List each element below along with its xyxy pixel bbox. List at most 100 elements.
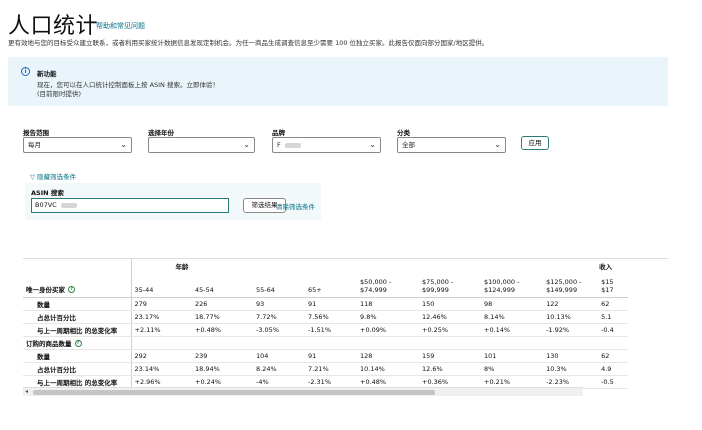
asin-search-label: ASIN 搜索 xyxy=(31,189,64,197)
triangle-down-icon: ▽ xyxy=(30,173,35,181)
col-header[interactable]: $15 $17 xyxy=(598,272,629,298)
asin-input-value: B07VC xyxy=(35,201,57,209)
horizontal-scrollbar[interactable]: ◂ xyxy=(23,387,583,396)
table-cell: 8.24% xyxy=(253,362,305,376)
category-select[interactable]: 全部 ⌄ xyxy=(397,137,506,153)
banner-note: (目前限时提供) xyxy=(37,90,82,98)
unique-buyers-label: 唯一身份买家 xyxy=(26,285,65,294)
table-cell: -1.51% xyxy=(305,323,357,337)
table-cell: 12.6% xyxy=(419,362,481,376)
table-cell: 23.17% xyxy=(131,310,192,324)
chevron-down-icon: ⌄ xyxy=(243,140,250,149)
row-label: 占总计百分比 xyxy=(23,362,132,376)
age-group-header: 年龄 xyxy=(175,262,189,271)
asin-search-input[interactable]: B07VC xyxy=(31,198,229,213)
table-cell: 18.77% xyxy=(192,310,253,324)
table-cell: 150 xyxy=(419,297,481,311)
banner-title: 新功能 xyxy=(37,70,57,78)
table-cell: -3.05% xyxy=(253,323,305,337)
category-value: 全部 xyxy=(402,141,415,149)
report-range-select[interactable]: 每月 ⌄ xyxy=(23,137,132,153)
year-select[interactable]: ⌄ xyxy=(148,137,255,153)
table-cell: 91 xyxy=(305,349,357,363)
table-cell: 10.14% xyxy=(357,362,419,376)
income-group-header: 收入 xyxy=(599,262,613,271)
info-icon: i xyxy=(21,67,30,76)
brand-label: 品牌 xyxy=(272,129,285,137)
table-cell: 8% xyxy=(481,362,544,376)
table-cell: 122 xyxy=(543,297,599,311)
new-feature-banner: i 新功能 现在，您可以在人口统计控制面板上按 ASIN 搜索。立即体验！ (目… xyxy=(8,57,668,106)
report-range-label: 报告范围 xyxy=(23,129,49,137)
hide-filters-toggle[interactable]: ▽ 隐藏筛选条件 xyxy=(30,171,76,181)
table-cell: 91 xyxy=(305,297,357,311)
scrollbar-thumb[interactable] xyxy=(33,390,435,395)
help-icon[interactable]: ? xyxy=(74,340,82,347)
clear-filters-link[interactable]: 清除筛选条件 xyxy=(276,201,315,211)
redacted-mask xyxy=(284,142,301,148)
ordered-units-header: 订购的商品数量? xyxy=(23,336,132,350)
table-cell: -0.5 xyxy=(598,375,629,389)
page-description: 更有效地与您的目标受众建立联系，或者利用买家统计数据信息发现定制机会。为任一商品… xyxy=(8,39,489,47)
row-label: 数量 xyxy=(23,297,132,311)
redacted-mask xyxy=(60,202,77,208)
unique-buyers-header: 唯一身份买家? xyxy=(23,272,132,298)
table-cell: +0.25% xyxy=(419,323,481,337)
year-label: 选择年份 xyxy=(148,129,174,137)
help-faq-link[interactable]: 帮助和常见问题 xyxy=(96,21,145,31)
help-icon[interactable]: ? xyxy=(68,286,75,293)
row-label: 与上一周期相比 的总变化率 xyxy=(23,323,132,337)
table-cell: 226 xyxy=(192,297,253,311)
table-cell: 5.1 xyxy=(598,310,629,324)
table-cell: 239 xyxy=(192,349,253,363)
chevron-down-icon: ⌄ xyxy=(494,140,501,149)
table-row: 数量 279 226 93 91 118 150 98 122 62 xyxy=(23,297,629,311)
table-cell: 9.8% xyxy=(357,310,419,324)
scroll-left-icon[interactable]: ◂ xyxy=(25,388,28,395)
chevron-down-icon: ⌄ xyxy=(369,140,376,149)
table-row: 与上一周期相比 的总变化率 +2.11% +0.48% -3.05% -1.51% +0.… xyxy=(23,323,629,337)
page-title: 人口统计 xyxy=(8,14,99,39)
table-cell: 130 xyxy=(543,349,599,363)
table-cell: 4.9 xyxy=(598,362,629,376)
table-cell: 128 xyxy=(357,349,419,363)
table-cell: +0.48% xyxy=(192,323,253,337)
row-label: 占总计百分比 xyxy=(23,310,132,324)
table-cell: 98 xyxy=(481,297,544,311)
table-cell: 10.13% xyxy=(543,310,599,324)
brand-value: F xyxy=(277,141,281,149)
chevron-down-icon: ⌄ xyxy=(120,140,127,149)
table-cell: 118 xyxy=(357,297,419,311)
hide-filters-label: 隐藏筛选条件 xyxy=(37,173,77,181)
col-header[interactable]: $125,000 - $149,999 xyxy=(543,272,599,298)
col-header[interactable]: 35-44 xyxy=(131,272,192,298)
table-cell: 62 xyxy=(598,349,629,363)
row-label: 数量 xyxy=(23,349,132,363)
demographics-table: 年龄 收入 唯一身份买家? 35-44 45-54 55-64 65+ $50,… xyxy=(23,258,668,397)
table-cell: 62 xyxy=(598,297,629,311)
col-header[interactable]: 55-64 xyxy=(253,272,305,298)
col-header[interactable]: 45-54 xyxy=(192,272,253,298)
table-cell: +0.09% xyxy=(357,323,419,337)
table-row: 数量 292 239 104 91 128 159 101 130 62 xyxy=(23,349,629,363)
table-cell: 7.56% xyxy=(305,310,357,324)
table-cell: 18.94% xyxy=(192,362,253,376)
apply-button[interactable]: 应用 xyxy=(521,136,549,150)
col-header[interactable]: 65+ xyxy=(305,272,357,298)
col-header[interactable]: $75,000 - $99,999 xyxy=(419,272,481,298)
table-cell: 292 xyxy=(131,349,192,363)
table-cell: 8.14% xyxy=(481,310,544,324)
table-cell: 12.46% xyxy=(419,310,481,324)
ordered-units-label: 订购的商品数量 xyxy=(26,339,72,348)
table-cell: 7.72% xyxy=(253,310,305,324)
table-cell: 93 xyxy=(253,297,305,311)
table-row: 占总计百分比 23.17% 18.77% 7.72% 7.56% 9.8% 12.46% 8.… xyxy=(23,310,629,324)
table-cell: +0.14% xyxy=(481,323,544,337)
table-cell: -1.92% xyxy=(543,323,599,337)
table-cell: 101 xyxy=(481,349,544,363)
table-cell: 104 xyxy=(253,349,305,363)
col-header[interactable]: $50,000 - $74,999 xyxy=(357,272,419,298)
brand-select[interactable]: F ⌄ xyxy=(272,137,381,153)
table-cell: -0.4 xyxy=(598,323,629,337)
col-header[interactable]: $100,000 - $124,999 xyxy=(481,272,544,298)
